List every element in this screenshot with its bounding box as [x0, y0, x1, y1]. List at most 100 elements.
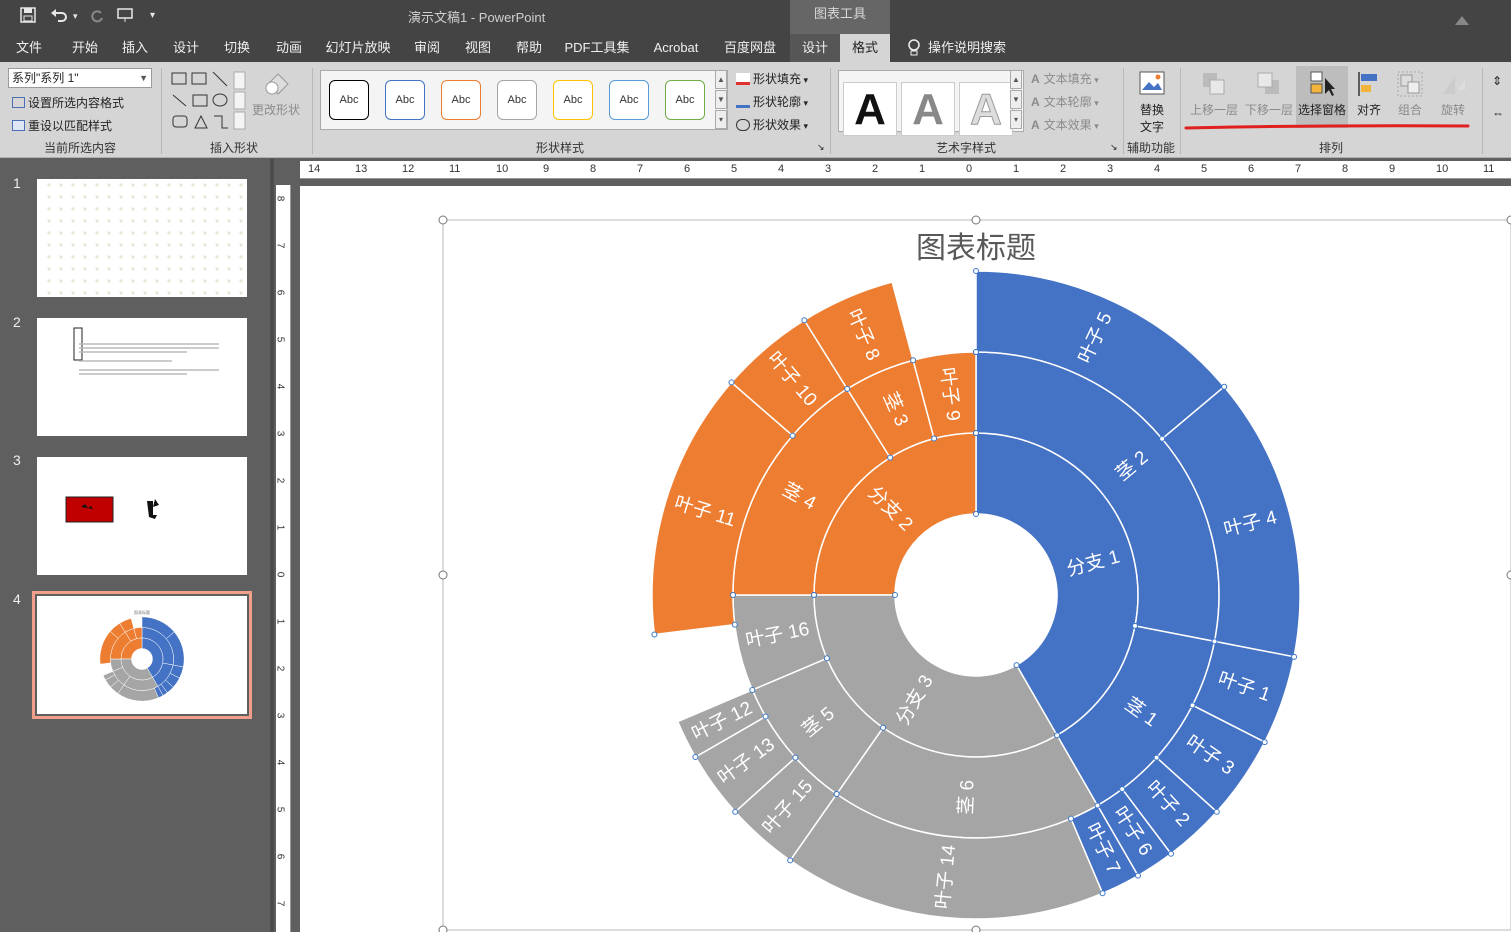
selection-handle[interactable] [892, 592, 898, 598]
tab-view[interactable]: 视图 [455, 34, 501, 62]
undo-dropdown-icon[interactable]: ▾ [73, 7, 78, 25]
save-icon[interactable] [20, 7, 36, 28]
shape-style-swatch[interactable]: Abc [329, 80, 369, 120]
slide-thumbnail-4[interactable]: 图表标题 [32, 591, 252, 719]
change-shape-button[interactable]: 更改形状 [250, 70, 302, 118]
chart-resize-handle[interactable] [1506, 215, 1511, 225]
selection-handle[interactable] [887, 454, 894, 461]
tab-chart-design[interactable]: 设计 [790, 34, 840, 62]
dialog-launcher-icon[interactable]: ↘ [817, 142, 825, 153]
wordart-style[interactable]: A [959, 82, 1013, 136]
selection-handle[interactable] [973, 511, 979, 517]
selection-handle[interactable] [1261, 739, 1268, 746]
shapes-gallery[interactable] [170, 70, 248, 132]
gallery-more-icon[interactable]: ▾ [715, 110, 727, 129]
size-height-icon[interactable]: ⇕ [1492, 74, 1502, 88]
tab-slideshow[interactable]: 幻灯片放映 [318, 34, 398, 62]
shape-style-swatch[interactable]: Abc [665, 80, 705, 120]
selection-handle[interactable] [731, 621, 738, 628]
align-button[interactable]: 对齐 [1352, 70, 1386, 118]
chart-resize-handle[interactable] [1506, 570, 1511, 580]
tab-transitions[interactable]: 切换 [214, 34, 260, 62]
selection-handle[interactable] [910, 357, 917, 364]
selection-handle[interactable] [973, 349, 979, 355]
selection-handle[interactable] [1159, 435, 1166, 442]
tab-baidu-netdisk[interactable]: 百度网盘 [716, 34, 784, 62]
selection-handle[interactable] [823, 655, 830, 662]
tab-review[interactable]: 审阅 [404, 34, 450, 62]
gallery-scroll-up-icon[interactable]: ▲ [715, 70, 727, 89]
selection-handle[interactable] [728, 379, 735, 386]
gallery-scroll-down-icon[interactable]: ▼ [715, 90, 727, 109]
shape-style-swatch[interactable]: Abc [497, 80, 537, 120]
shape-fill-button[interactable]: 形状填充 ▾ [736, 70, 808, 87]
selection-handle[interactable] [1013, 662, 1020, 669]
selection-handle[interactable] [1099, 890, 1106, 897]
selection-handle[interactable] [1132, 622, 1139, 629]
pane-divider[interactable] [270, 159, 274, 932]
selection-handle[interactable] [651, 631, 658, 638]
wordart-gallery[interactable]: A A A [838, 70, 1024, 136]
selection-handle[interactable] [880, 724, 887, 731]
tab-acrobat[interactable]: Acrobat [643, 34, 709, 62]
shape-style-swatch[interactable]: Abc [385, 80, 425, 120]
text-fill-button[interactable]: A 文本填充 ▾ [1031, 70, 1099, 87]
tab-insert[interactable]: 插入 [112, 34, 158, 62]
ribbon-display-icon[interactable] [1454, 12, 1470, 31]
shape-styles-gallery[interactable]: Abc Abc Abc Abc Abc Abc Abc [320, 70, 728, 130]
tab-animations[interactable]: 动画 [266, 34, 312, 62]
selection-handle[interactable] [762, 713, 769, 720]
tab-pdf-tools[interactable]: PDF工具集 [560, 34, 634, 62]
slide-canvas[interactable]: 图表标题 分支 1 分支 2 分支 3茎 2茎 1茎 6茎 5 叶子 16 茎 4茎 3… [300, 186, 1511, 932]
gallery-scroll-down-icon[interactable]: ▼ [1010, 90, 1022, 109]
text-outline-button[interactable]: A 文本轮廓 ▾ [1031, 93, 1099, 110]
selection-handle[interactable] [1291, 653, 1298, 660]
undo-icon[interactable] [50, 7, 68, 28]
group-button[interactable]: 组合 [1392, 70, 1428, 118]
slide-thumbnail-3[interactable] [37, 457, 247, 575]
format-selection-button[interactable]: 设置所选内容格式 [12, 94, 124, 111]
chart-resize-handle[interactable] [438, 570, 448, 580]
send-backward-button[interactable]: 下移一层 [1242, 70, 1296, 118]
wordart-style[interactable]: A [901, 82, 955, 136]
selection-handle[interactable] [730, 592, 736, 598]
selection-handle[interactable] [787, 857, 794, 864]
chart-resize-handle[interactable] [438, 215, 448, 225]
selection-handle[interactable] [833, 791, 840, 798]
text-effects-button[interactable]: A 文本效果 ▾ [1031, 116, 1099, 133]
selection-handle[interactable] [732, 808, 739, 815]
selection-handle[interactable] [931, 435, 938, 442]
tell-me-search[interactable]: 操作说明搜索 [928, 34, 1012, 62]
selection-handle[interactable] [1054, 732, 1060, 739]
selection-handle[interactable] [1189, 702, 1196, 709]
chart-resize-handle[interactable] [971, 215, 981, 225]
selection-handle[interactable] [1213, 808, 1220, 815]
selection-handle[interactable] [692, 754, 699, 760]
sunburst-chart[interactable]: 图表标题 分支 1分支 2分支 3茎 2茎 1茎 6茎 5叶子 16茎 4茎 3… [300, 186, 1511, 932]
wordart-style[interactable]: A [843, 82, 897, 136]
selection-handle[interactable] [1135, 872, 1141, 879]
chart-resize-handle[interactable] [438, 925, 448, 932]
customize-icon[interactable]: ▾ [150, 7, 155, 25]
selection-handle[interactable] [1221, 383, 1228, 390]
selection-handle[interactable] [1067, 815, 1074, 822]
gallery-scroll-up-icon[interactable]: ▲ [1010, 70, 1022, 89]
selection-handle[interactable] [1094, 802, 1101, 809]
chart-resize-handle[interactable] [971, 925, 981, 932]
selection-handle[interactable] [973, 430, 979, 436]
shape-effects-button[interactable]: 形状效果 ▾ [736, 116, 808, 133]
selection-handle[interactable] [1211, 638, 1218, 645]
shape-style-swatch[interactable]: Abc [553, 80, 593, 120]
selection-handle[interactable] [1153, 754, 1160, 761]
selection-handle[interactable] [801, 317, 808, 324]
selection-handle[interactable] [811, 592, 817, 598]
slideshow-icon[interactable] [117, 7, 135, 28]
slide-thumbnail-1[interactable] [37, 179, 247, 297]
shape-style-swatch[interactable]: Abc [441, 80, 481, 120]
alt-text-button[interactable]: 替换 文字 [1131, 70, 1173, 135]
size-width-icon[interactable]: ⇔ [1492, 106, 1504, 120]
bring-forward-button[interactable]: 上移一层 [1186, 70, 1242, 118]
shape-outline-button[interactable]: 形状轮廓 ▾ [736, 93, 808, 110]
selection-pane-button[interactable]: 选择窗格 [1296, 66, 1348, 128]
selection-handle[interactable] [792, 754, 799, 761]
